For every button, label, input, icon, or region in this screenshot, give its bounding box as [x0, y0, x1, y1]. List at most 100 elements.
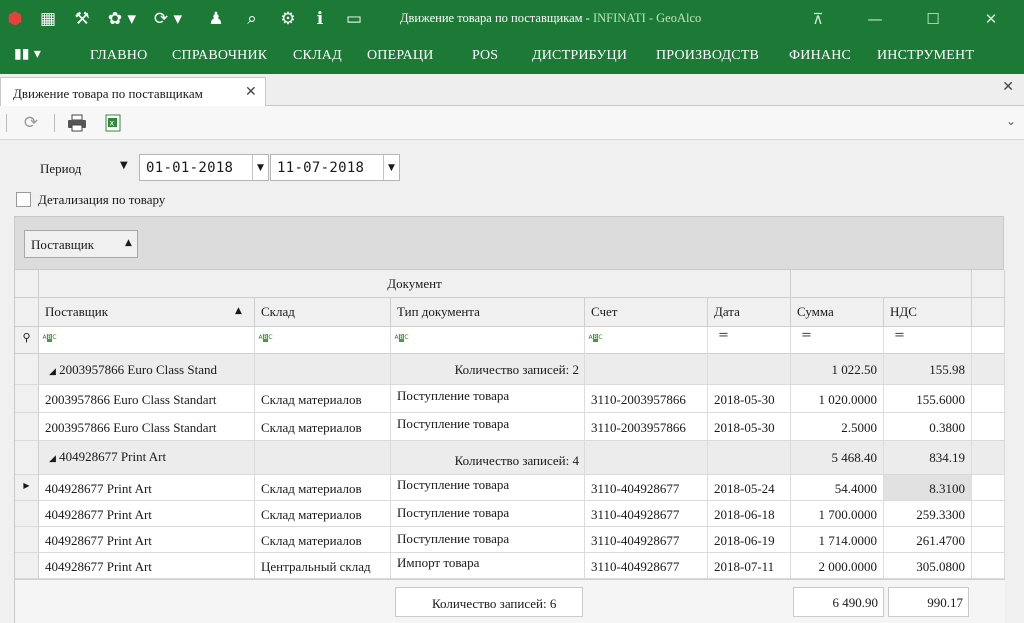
- maximize-button[interactable]: ☐: [910, 6, 956, 32]
- chevron-down-icon[interactable]: ▼: [383, 155, 399, 180]
- cell-vat[interactable]: 305.0800: [884, 553, 972, 579]
- cell-warehouse[interactable]: Склад материалов: [255, 475, 391, 501]
- menu-item-tools[interactable]: ИНСТРУМЕНТ: [877, 48, 974, 64]
- column-header-vat[interactable]: НДС: [884, 298, 972, 327]
- close-button[interactable]: ✕: [968, 6, 1014, 32]
- row-indicator[interactable]: [15, 501, 39, 527]
- filter-cell-account[interactable]: ABC: [585, 327, 708, 354]
- app-menu-button[interactable]: ▮▮ ▾: [14, 46, 41, 62]
- filter-cell-warehouse[interactable]: ABC: [255, 327, 391, 354]
- user-icon[interactable]: ♟: [204, 6, 228, 32]
- group-row-header[interactable]: ◢ 404928677 Print Art: [39, 441, 255, 475]
- cell-vat[interactable]: 261.4700: [884, 527, 972, 553]
- cell-supplier[interactable]: 404928677 Print Art: [39, 501, 255, 527]
- group-row-header[interactable]: ◢ 2003957866 Euro Class Stand: [39, 354, 255, 385]
- column-header-doc-type[interactable]: Тип документа: [391, 298, 585, 327]
- cell-account[interactable]: 3110-404928677: [585, 475, 708, 501]
- column-header-warehouse[interactable]: Склад: [255, 298, 391, 327]
- close-all-icon[interactable]: ✕: [1002, 79, 1014, 95]
- column-header-account[interactable]: Счет: [585, 298, 708, 327]
- menu-item-operations[interactable]: ОПЕРАЦИ: [367, 48, 434, 64]
- cell-date[interactable]: 2018-05-24: [708, 475, 791, 501]
- cell-supplier[interactable]: 2003957866 Euro Class Standart: [39, 413, 255, 441]
- detail-checkbox[interactable]: [16, 192, 31, 207]
- menu-item-pos[interactable]: POS: [472, 48, 498, 64]
- cell-sum[interactable]: 1 700.0000: [791, 501, 884, 527]
- filter-cell-date[interactable]: =: [708, 327, 791, 354]
- calendar-icon[interactable]: ▦: [36, 6, 60, 32]
- info-icon[interactable]: ℹ: [310, 6, 330, 32]
- chevron-down-icon[interactable]: ⌄: [1006, 114, 1016, 128]
- menu-item-reference[interactable]: СПРАВОЧНИК: [172, 48, 267, 64]
- cell-account[interactable]: 3110-404928677: [585, 501, 708, 527]
- cell-vat-selected[interactable]: 8.3100: [884, 475, 972, 501]
- cell-doc-type[interactable]: Поступление товара: [391, 385, 585, 413]
- cell-doc-type[interactable]: Поступление товара: [391, 527, 585, 553]
- cell-vat[interactable]: 155.6000: [884, 385, 972, 413]
- palette-icon[interactable]: ✿ ▾: [104, 6, 140, 32]
- date-to-field[interactable]: 11-07-2018 ▼: [270, 154, 400, 181]
- cell-warehouse[interactable]: Склад материалов: [255, 527, 391, 553]
- cell-account[interactable]: 3110-404928677: [585, 527, 708, 553]
- menu-item-distribution[interactable]: ДИСТРИБУЦИ: [532, 48, 627, 64]
- tab-supplier-movement[interactable]: Движение товара по поставщикам ✕: [0, 77, 266, 107]
- column-header-supplier[interactable]: Поставщик ▲: [39, 298, 255, 327]
- row-indicator[interactable]: [15, 385, 39, 413]
- group-chip-supplier[interactable]: Поставщик ▲: [24, 230, 138, 258]
- cell-date[interactable]: 2018-05-30: [708, 413, 791, 441]
- minimize-button[interactable]: —: [852, 6, 898, 32]
- date-from-field[interactable]: 01-01-2018 ▼: [139, 154, 269, 181]
- refresh-icon[interactable]: ⟳: [18, 112, 44, 134]
- pin-icon[interactable]: ⊼: [795, 6, 841, 32]
- excel-icon[interactable]: x: [100, 112, 126, 134]
- filter-cell-vat[interactable]: =: [884, 327, 972, 354]
- period-caret-icon[interactable]: ▼: [120, 160, 128, 171]
- tab-close-icon[interactable]: ✕: [245, 84, 257, 100]
- menu-item-production[interactable]: ПРОИЗВОДСТВ: [656, 48, 759, 64]
- cell-supplier[interactable]: 404928677 Print Art: [39, 527, 255, 553]
- cell-date[interactable]: 2018-07-11: [708, 553, 791, 579]
- cell-date[interactable]: 2018-06-19: [708, 527, 791, 553]
- cell-sum[interactable]: 1 714.0000: [791, 527, 884, 553]
- cell-account[interactable]: 3110-2003957866: [585, 385, 708, 413]
- cell-warehouse[interactable]: Склад материалов: [255, 413, 391, 441]
- collapse-icon[interactable]: ◢: [49, 367, 56, 377]
- cell-doc-type[interactable]: Импорт товара: [391, 553, 585, 579]
- row-indicator[interactable]: [15, 413, 39, 441]
- row-indicator[interactable]: [15, 527, 39, 553]
- search-icon[interactable]: ⌕: [240, 6, 264, 32]
- cell-sum[interactable]: 2.5000: [791, 413, 884, 441]
- print-icon[interactable]: [64, 112, 90, 134]
- menu-item-main[interactable]: ГЛАВНО: [90, 48, 147, 64]
- cell-warehouse[interactable]: Склад материалов: [255, 501, 391, 527]
- menu-item-finance[interactable]: ФИНАНС: [789, 48, 851, 64]
- cell-warehouse[interactable]: Склад материалов: [255, 385, 391, 413]
- cell-doc-type[interactable]: Поступление товара: [391, 413, 585, 441]
- filter-cell-supplier[interactable]: ABC: [39, 327, 255, 354]
- refresh-icon[interactable]: ⟳ ▾: [150, 6, 186, 32]
- cell-sum[interactable]: 2 000.0000: [791, 553, 884, 579]
- cell-date[interactable]: 2018-06-18: [708, 501, 791, 527]
- cell-doc-type[interactable]: Поступление товара: [391, 501, 585, 527]
- chat-icon[interactable]: ▭: [342, 6, 366, 32]
- cell-account[interactable]: 3110-2003957866: [585, 413, 708, 441]
- focused-row-indicator-icon[interactable]: ▶: [15, 475, 39, 501]
- cell-sum[interactable]: 54.4000: [791, 475, 884, 501]
- settings-icon[interactable]: ⚙: [276, 6, 300, 32]
- cell-supplier[interactable]: 2003957866 Euro Class Standart: [39, 385, 255, 413]
- cell-doc-type[interactable]: Поступление товара: [391, 475, 585, 501]
- cell-supplier[interactable]: 404928677 Print Art: [39, 553, 255, 579]
- cell-account[interactable]: 3110-404928677: [585, 553, 708, 579]
- cell-sum[interactable]: 1 020.0000: [791, 385, 884, 413]
- cell-warehouse[interactable]: Центральный склад: [255, 553, 391, 579]
- column-header-sum[interactable]: Сумма: [791, 298, 884, 327]
- collapse-icon[interactable]: ◢: [49, 454, 56, 464]
- cell-date[interactable]: 2018-05-30: [708, 385, 791, 413]
- filter-cell-sum[interactable]: =: [791, 327, 884, 354]
- cell-vat[interactable]: 259.3300: [884, 501, 972, 527]
- tools-icon[interactable]: ⚒: [68, 6, 96, 32]
- app-logo-icon[interactable]: ⬢: [4, 6, 26, 32]
- filter-cell-doc-type[interactable]: ABC: [391, 327, 585, 354]
- column-header-date[interactable]: Дата: [708, 298, 791, 327]
- cell-vat[interactable]: 0.3800: [884, 413, 972, 441]
